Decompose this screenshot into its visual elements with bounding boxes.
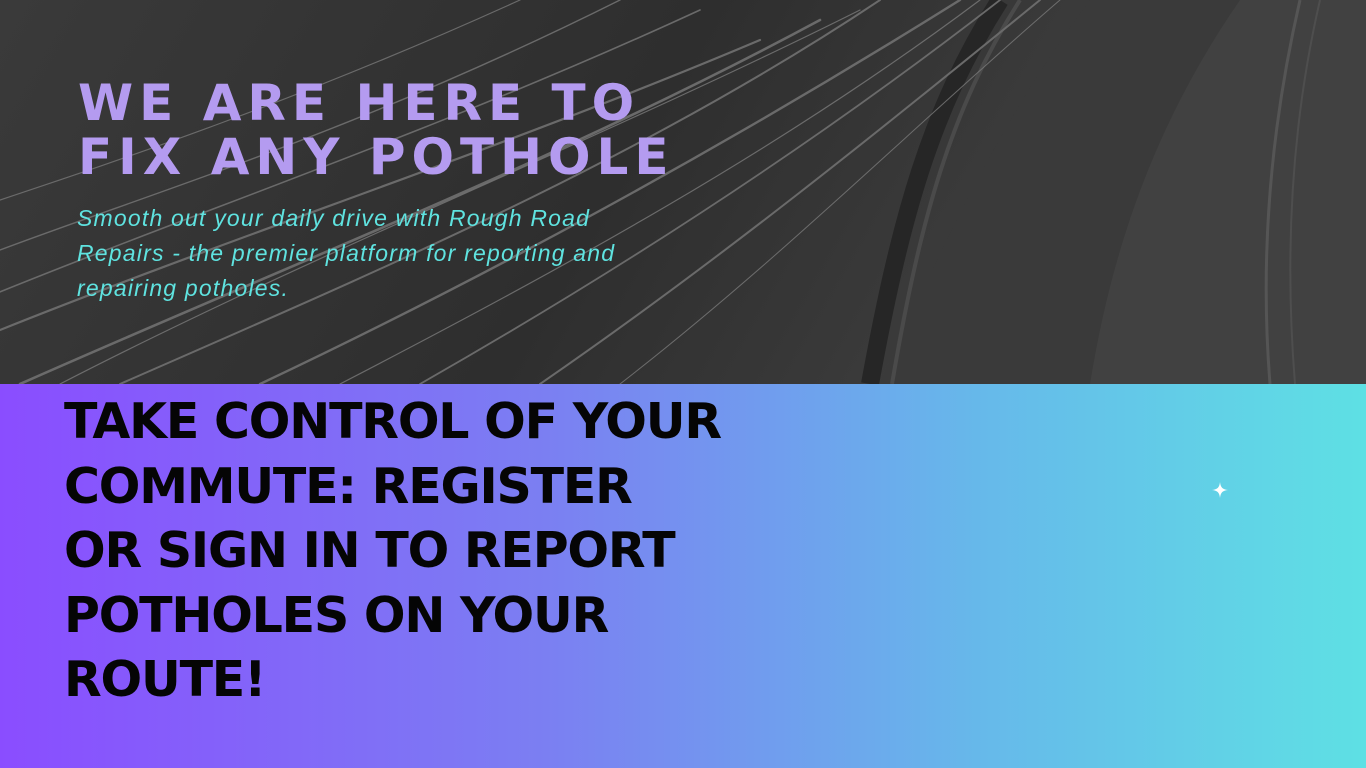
cta-heading: TAKE CONTROL OF YOUR COMMUTE: REGISTER O… (64, 393, 722, 708)
sparkle-icon (1212, 482, 1228, 498)
hero-title: WE ARE HERE TO FIX ANY POTHOLE (78, 76, 698, 184)
highway-light-trails-image (0, 0, 1366, 384)
hero-banner: WE ARE HERE TO FIX ANY POTHOLE Smooth ou… (0, 0, 1366, 384)
hero-subtitle: Smooth out your daily drive with Rough R… (77, 205, 616, 301)
hero-title-line2: FIX ANY POTHOLE (78, 128, 675, 186)
hero-title-line1: WE ARE HERE TO (78, 74, 641, 132)
cta-banner: TAKE CONTROL OF YOUR COMMUTE: REGISTER O… (0, 384, 1366, 768)
landing-page: WE ARE HERE TO FIX ANY POTHOLE Smooth ou… (0, 0, 1366, 768)
